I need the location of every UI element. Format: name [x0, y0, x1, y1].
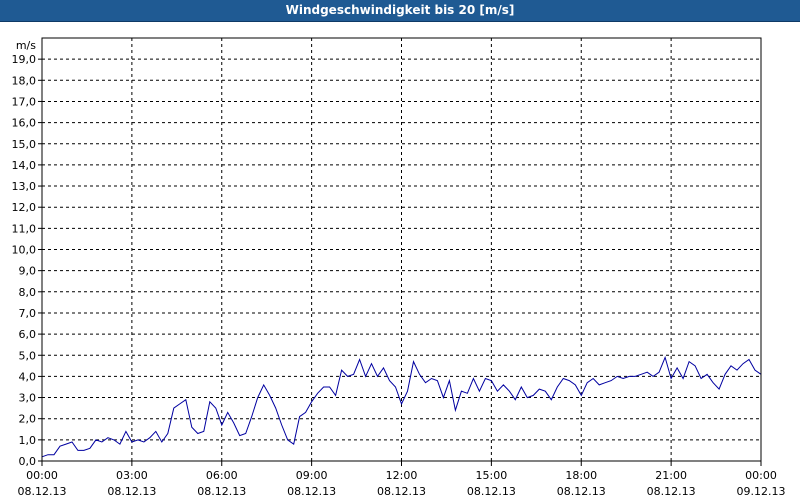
x-tick-time: 21:00	[655, 469, 687, 482]
y-tick-label: 8,0	[19, 286, 37, 299]
x-tick-time: 15:00	[476, 469, 508, 482]
y-tick-label: 17,0	[12, 95, 37, 108]
x-tick-time: 00:00	[745, 469, 777, 482]
chart-title-bar: Windgeschwindigkeit bis 20 [m/s]	[0, 0, 800, 22]
x-tick-time: 12:00	[386, 469, 418, 482]
y-tick-label: 18,0	[12, 74, 37, 87]
y-tick-label: 12,0	[12, 201, 37, 214]
y-tick-label: 10,0	[12, 244, 37, 257]
y-tick-label: 0,0	[19, 455, 37, 468]
x-tick-date: 08.12.13	[557, 485, 606, 498]
x-tick-date: 08.12.13	[647, 485, 696, 498]
y-tick-label: 1,0	[19, 434, 37, 447]
y-axis-label: m/s	[16, 39, 36, 52]
y-tick-label: 4,0	[19, 370, 37, 383]
x-tick-time: 18:00	[565, 469, 597, 482]
y-tick-label: 9,0	[19, 265, 37, 278]
y-tick-label: 3,0	[19, 392, 37, 405]
x-tick-date: 08.12.13	[467, 485, 516, 498]
x-tick-date: 08.12.13	[377, 485, 426, 498]
y-tick-label: 16,0	[12, 117, 37, 130]
x-axis-ticks: 00:00 08.12.13 03:00 08.12.13 06:00 08.12.13 0…	[18, 461, 786, 498]
y-tick-label: 2,0	[19, 413, 37, 426]
y-axis-ticks: 0,0 1,0 2,0 3,0 4,0 5,0 6,0 7,0 8,0 9,0 10,0 11,0 12…	[12, 53, 42, 468]
y-tick-label: 7,0	[19, 307, 37, 320]
wind-speed-chart: 0,0 1,0 2,0 3,0 4,0 5,0 6,0 7,0 8,0 9,0 10,0 11,0 12…	[12, 37, 786, 498]
x-tick-date: 08.12.13	[197, 485, 246, 498]
x-tick-time: 03:00	[116, 469, 148, 482]
y-tick-label: 14,0	[12, 159, 37, 172]
x-tick-time: 06:00	[206, 469, 238, 482]
x-tick-date: 08.12.13	[18, 485, 67, 498]
y-tick-label: 19,0	[12, 53, 37, 66]
y-tick-label: 6,0	[19, 328, 37, 341]
x-tick-date: 09.12.13	[737, 485, 786, 498]
chart-title: Windgeschwindigkeit bis 20 [m/s]	[285, 3, 515, 17]
x-tick-date: 08.12.13	[107, 485, 156, 498]
x-tick-time: 00:00	[26, 469, 58, 482]
y-tick-label: 15,0	[12, 138, 37, 151]
y-tick-label: 11,0	[12, 222, 37, 235]
x-tick-date: 08.12.13	[287, 485, 336, 498]
x-tick-time: 09:00	[296, 469, 328, 482]
y-tick-label: 5,0	[19, 349, 37, 362]
y-tick-label: 13,0	[12, 180, 37, 193]
